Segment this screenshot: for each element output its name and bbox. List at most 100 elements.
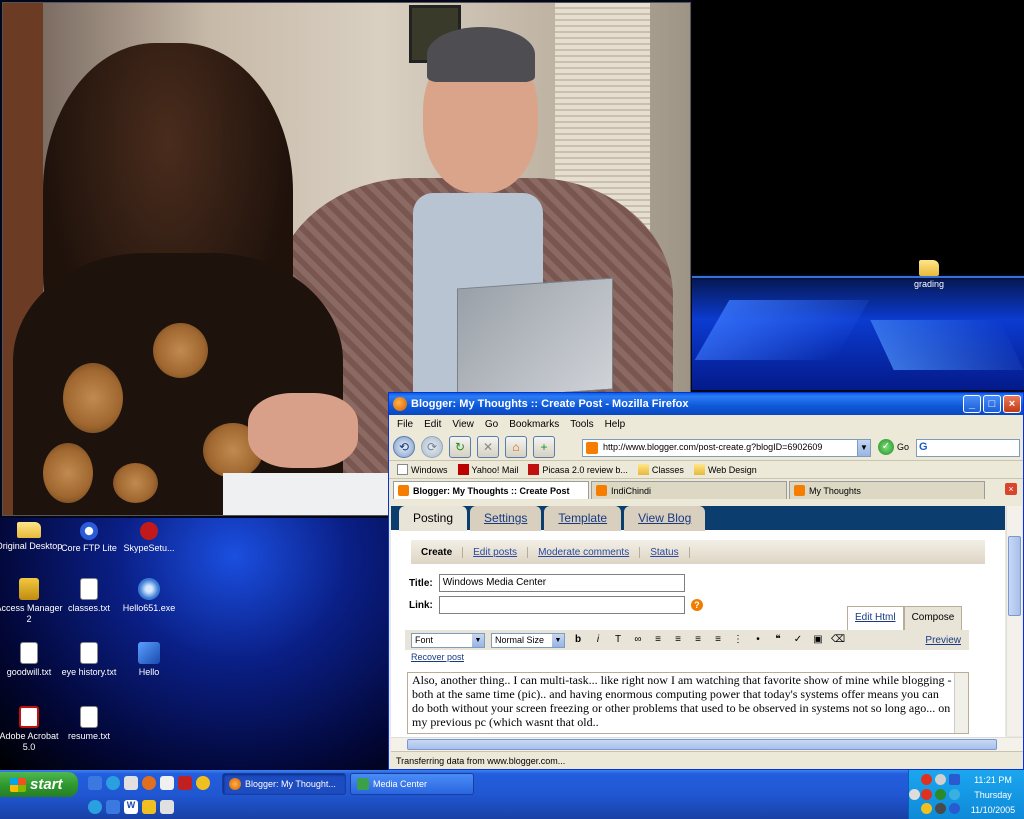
text-color-icon[interactable]: T bbox=[611, 633, 625, 647]
subtab-status[interactable]: Status bbox=[640, 546, 690, 558]
close-tab-button[interactable]: × bbox=[1005, 483, 1017, 495]
subtab-moderate-comments[interactable]: Moderate comments bbox=[528, 546, 641, 558]
tab-settings[interactable]: Settings bbox=[470, 506, 542, 531]
font-size-select[interactable]: Normal Size ▼ bbox=[491, 632, 565, 648]
menu-edit[interactable]: Edit bbox=[424, 419, 441, 430]
folder-quicklaunch-icon[interactable] bbox=[160, 800, 174, 814]
preview-link[interactable]: Preview bbox=[925, 635, 961, 646]
tab-posting[interactable]: Posting bbox=[399, 506, 468, 531]
new-tab-button[interactable]: + bbox=[533, 435, 555, 458]
record-tray-icon[interactable] bbox=[921, 774, 932, 785]
image-icon[interactable]: ▣ bbox=[811, 633, 825, 647]
media-icon[interactable] bbox=[142, 800, 156, 814]
antivirus-tray-icon[interactable] bbox=[921, 789, 932, 800]
eraser-icon[interactable]: ⌫ bbox=[831, 633, 845, 647]
close-button[interactable]: × bbox=[1003, 395, 1021, 413]
font-select[interactable]: Font ▼ bbox=[411, 632, 485, 648]
blockquote-icon[interactable]: ❝ bbox=[771, 633, 785, 647]
link-icon[interactable]: ∞ bbox=[631, 633, 645, 647]
menu-go[interactable]: Go bbox=[485, 419, 498, 430]
subtab-create[interactable]: Create bbox=[411, 546, 464, 558]
device-tray-icon[interactable] bbox=[935, 803, 946, 814]
menu-bookmarks[interactable]: Bookmarks bbox=[509, 419, 559, 430]
menu-file[interactable]: File bbox=[397, 419, 413, 430]
horizontal-scrollbar[interactable] bbox=[391, 737, 1023, 751]
post-body-editor[interactable]: Also, another thing.. I can multi-task..… bbox=[407, 672, 969, 734]
bookmark-windows[interactable]: Windows bbox=[397, 464, 448, 475]
subtab-edit-posts[interactable]: Edit posts bbox=[463, 546, 529, 558]
browser-tab-blogger[interactable]: Blogger: My Thoughts :: Create Post bbox=[393, 481, 589, 499]
link-input[interactable] bbox=[438, 596, 685, 614]
security-tray-icon[interactable] bbox=[921, 803, 932, 814]
reload-button[interactable]: ↻ bbox=[449, 435, 471, 458]
desktop-icon-hello651[interactable]: Hello651.exe bbox=[114, 578, 184, 614]
home-button[interactable]: ⌂ bbox=[505, 435, 527, 458]
italic-icon[interactable]: i bbox=[591, 633, 605, 647]
vertical-scrollbar[interactable] bbox=[1006, 506, 1022, 736]
scrollbar-thumb[interactable] bbox=[407, 739, 997, 750]
expand-tray-icon[interactable] bbox=[909, 789, 920, 800]
taskbar-item-media-center[interactable]: Media Center bbox=[350, 773, 474, 795]
tab-template[interactable]: Template bbox=[544, 506, 622, 531]
align-left-icon[interactable]: ≡ bbox=[651, 633, 665, 647]
bullet-list-icon[interactable]: • bbox=[751, 633, 765, 647]
bookmark-picasa[interactable]: Picasa 2.0 review b... bbox=[528, 464, 628, 475]
start-button[interactable]: start bbox=[0, 772, 78, 797]
bookmark-yahoo-mail[interactable]: Yahoo! Mail bbox=[457, 464, 518, 475]
browser-tab-indichindi[interactable]: IndiChindi bbox=[591, 481, 787, 499]
align-center-icon[interactable]: ≡ bbox=[671, 633, 685, 647]
desktop-icon-resume-txt[interactable]: resume.txt bbox=[54, 706, 124, 742]
browser-quicklaunch-icon[interactable] bbox=[88, 800, 102, 814]
edit-html-tab[interactable]: Edit Html bbox=[847, 606, 904, 630]
desktop-icon-skype-setup[interactable]: SkypeSetu... bbox=[114, 522, 184, 554]
clock-time[interactable]: 11:21 PM bbox=[963, 774, 1023, 786]
url-bar[interactable]: http://www.blogger.com/post-create.g?blo… bbox=[582, 439, 868, 457]
forward-button[interactable]: ⟳ bbox=[421, 435, 443, 458]
clock-day: Thursday bbox=[974, 790, 1012, 800]
minimize-button[interactable]: _ bbox=[963, 395, 981, 413]
document-icon[interactable] bbox=[160, 776, 174, 790]
taskbar-item-firefox[interactable]: Blogger: My Thought... bbox=[222, 773, 346, 795]
menu-tools[interactable]: Tools bbox=[570, 419, 593, 430]
volume-tray-icon[interactable] bbox=[935, 774, 946, 785]
tab-view-blog[interactable]: View Blog bbox=[624, 506, 706, 531]
align-right-icon[interactable]: ≡ bbox=[691, 633, 705, 647]
acrobat-quicklaunch-icon[interactable] bbox=[178, 776, 192, 790]
scrollbar-thumb[interactable] bbox=[1008, 536, 1021, 616]
show-desktop-icon[interactable] bbox=[88, 776, 102, 790]
recover-post-link[interactable]: Recover post bbox=[411, 652, 464, 662]
go-button[interactable]: ✓ Go bbox=[878, 439, 909, 455]
spellcheck-icon[interactable]: ✓ bbox=[791, 633, 805, 647]
menu-view[interactable]: View bbox=[452, 419, 474, 430]
compose-tab[interactable]: Compose bbox=[903, 606, 963, 630]
desktop-icon-grading[interactable]: grading bbox=[894, 260, 964, 290]
update-tray-icon[interactable] bbox=[949, 803, 960, 814]
editor-scrollbar[interactable] bbox=[954, 673, 968, 733]
url-dropdown-button[interactable]: ▼ bbox=[857, 439, 871, 457]
bold-icon[interactable]: b bbox=[571, 633, 585, 647]
internet-explorer-icon[interactable] bbox=[106, 776, 120, 790]
maximize-button[interactable]: □ bbox=[983, 395, 1001, 413]
firefox-quicklaunch-icon[interactable] bbox=[142, 776, 156, 790]
search-input[interactable]: G bbox=[916, 439, 1020, 457]
messenger-icon[interactable] bbox=[196, 776, 210, 790]
word-icon[interactable]: W bbox=[124, 800, 138, 814]
numbered-list-icon[interactable]: ⋮ bbox=[731, 633, 745, 647]
stop-button[interactable]: ✕ bbox=[477, 435, 499, 458]
outlook-icon[interactable] bbox=[124, 776, 138, 790]
align-justify-icon[interactable]: ≡ bbox=[711, 633, 725, 647]
desktop-icon-hello[interactable]: Hello bbox=[114, 642, 184, 678]
title-input[interactable]: Windows Media Center bbox=[438, 574, 685, 592]
messenger-tray-icon[interactable] bbox=[949, 789, 960, 800]
browser-tab-my-thoughts[interactable]: My Thoughts bbox=[789, 481, 985, 499]
bookmark-folder-web-design[interactable]: Web Design bbox=[693, 464, 757, 475]
network-tray-icon[interactable] bbox=[935, 789, 946, 800]
window-title-bar[interactable]: Blogger: My Thoughts :: Create Post - Mo… bbox=[389, 393, 1023, 415]
menu-help[interactable]: Help bbox=[605, 419, 626, 430]
help-icon[interactable]: ? bbox=[690, 599, 703, 611]
network-icon[interactable] bbox=[106, 800, 120, 814]
back-button[interactable]: ⟲ bbox=[393, 435, 415, 458]
monitor-tray-icon[interactable] bbox=[949, 774, 960, 785]
firefox-icon bbox=[229, 778, 241, 790]
bookmark-folder-classes[interactable]: Classes bbox=[637, 464, 684, 475]
